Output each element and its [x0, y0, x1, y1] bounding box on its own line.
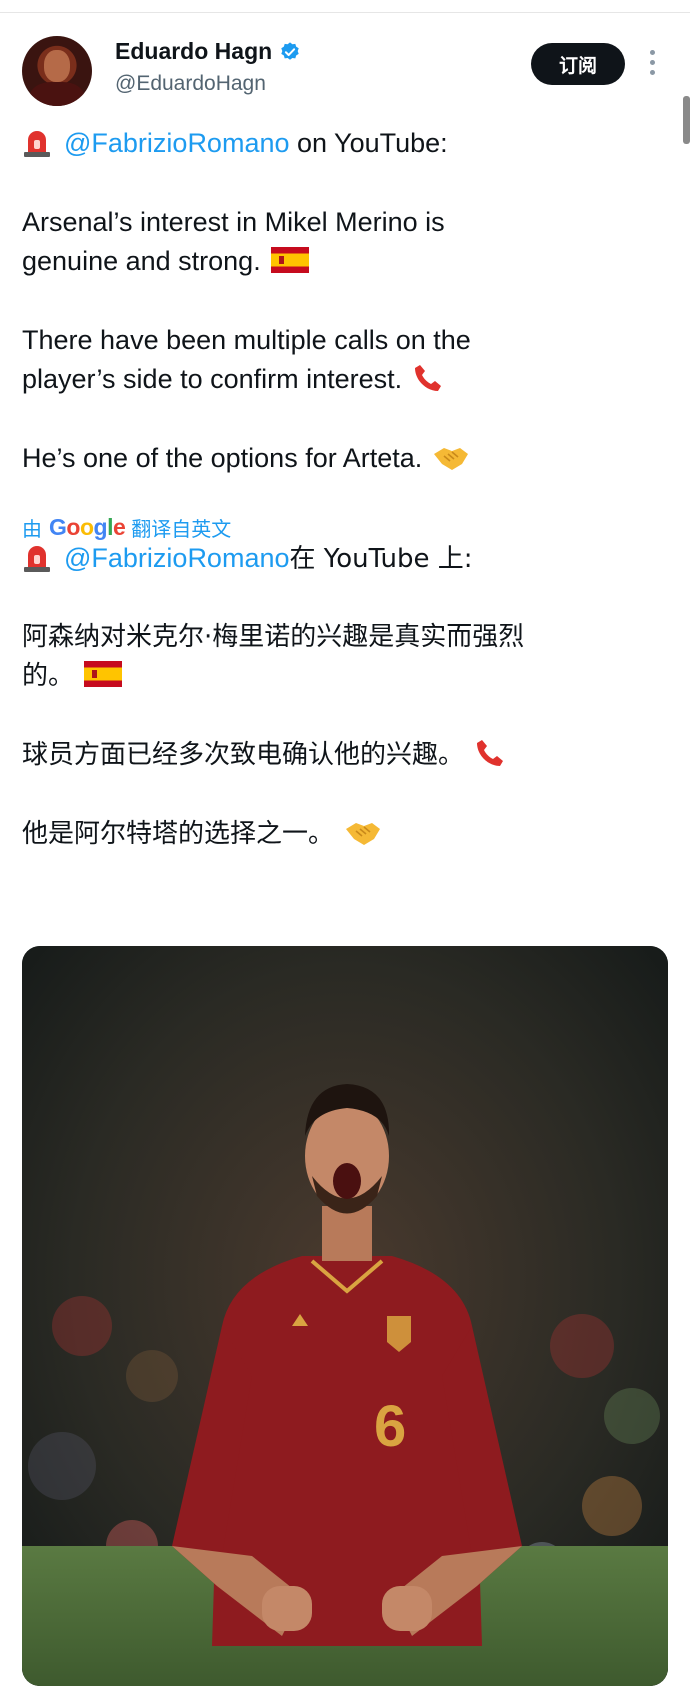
player-photo-illustration: 6 [22, 946, 668, 1686]
telephone-emoji-icon [477, 739, 504, 766]
telephone-emoji-icon [415, 364, 442, 391]
tweet-text: genuine and strong. [22, 246, 261, 276]
translated-text: 他是阿尔特塔的选择之一。 [22, 819, 335, 849]
mention-link[interactable]: @FabrizioRomano [64, 128, 290, 158]
tweet-line: He’s one of the options for Arteta. [22, 438, 470, 478]
translated-text: 的。 [22, 661, 75, 691]
author-handle[interactable]: @EduardoHagn [115, 72, 266, 96]
verified-badge-icon [281, 41, 299, 60]
more-vertical-icon[interactable] [650, 50, 656, 75]
spain-flag-emoji-icon [84, 660, 123, 687]
translated-line: 他是阿尔特塔的选择之一。 [22, 814, 382, 854]
mention-link[interactable]: @FabrizioRomano [64, 543, 290, 573]
tweet-text: on YouTube: [289, 128, 448, 158]
author-name-row[interactable]: Eduardo Hagn [115, 38, 301, 65]
tweet-text: player’s side to confirm interest. [22, 364, 403, 394]
translated-text: 球员方面已经多次致电确认他的兴趣。 [22, 740, 465, 770]
handshake-emoji-icon [346, 822, 381, 845]
subscribe-button[interactable]: 订阅 [531, 43, 625, 85]
siren-emoji-icon [24, 130, 50, 157]
spain-flag-emoji-icon [270, 246, 309, 273]
tweet-line: There have been multiple calls on the [22, 325, 471, 355]
tweet-text: He’s one of the options for Arteta. [22, 443, 423, 473]
tweet-photo[interactable]: 6 [22, 946, 668, 1686]
avatar-face [44, 50, 70, 82]
author-avatar[interactable] [22, 36, 92, 106]
tweet-line: player’s side to confirm interest. [22, 359, 444, 399]
jersey-number: 6 [374, 1394, 406, 1459]
avatar-body [30, 82, 84, 106]
tweet-line-source: @FabrizioRomano on YouTube: [22, 123, 448, 163]
translated-line: 的。 [22, 656, 123, 696]
tweet-line: genuine and strong. [22, 241, 309, 281]
translated-line: 球员方面已经多次致电确认他的兴趣。 [22, 735, 506, 775]
translated-line-source: @FabrizioRomano在 YouTube 上: [22, 538, 473, 579]
handshake-emoji-icon [434, 447, 469, 470]
google-logo: Google [49, 514, 126, 540]
scrollbar-thumb[interactable] [683, 96, 690, 144]
top-divider [0, 12, 690, 13]
translated-line: 阿森纳对米克尔·梅里诺的兴趣是真实而强烈 [22, 622, 525, 652]
tweet-line: Arsenal’s interest in Mikel Merino is [22, 207, 445, 237]
siren-emoji-icon [24, 545, 50, 572]
author-name[interactable]: Eduardo Hagn [115, 38, 272, 65]
translated-text: 在 YouTube 上: [289, 544, 473, 574]
